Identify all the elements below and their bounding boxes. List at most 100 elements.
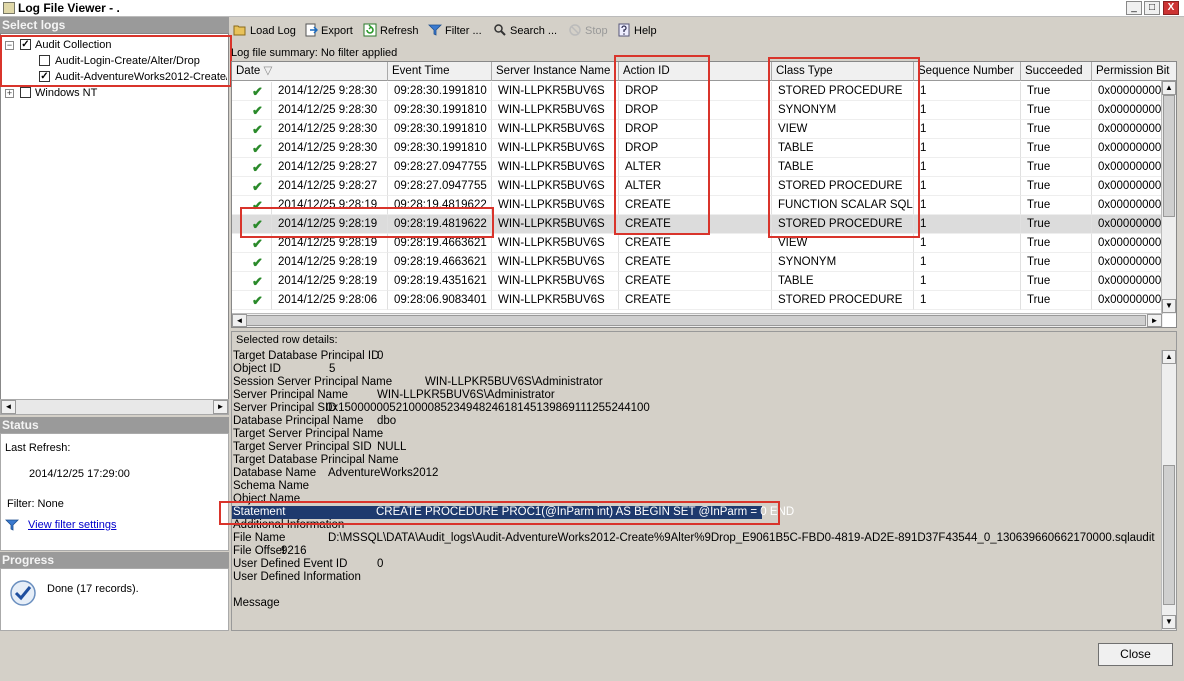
column-header-action-id[interactable]: Action ID <box>619 62 772 81</box>
table-cell: STORED PROCEDURE <box>772 215 914 234</box>
column-header-sequence-number[interactable]: Sequence Number <box>914 62 1021 81</box>
window-title: Log File Viewer - . <box>18 1 120 15</box>
column-header-server-instance[interactable]: Server Instance Name <box>492 62 619 81</box>
detail-key: Object ID <box>233 363 281 375</box>
table-row[interactable]: ✔ 2014/12/25 9:28:19 09:28:19.4819622 WIN-L… <box>232 215 1176 234</box>
detail-key: Database Name <box>233 467 317 479</box>
table-cell: True <box>1021 291 1092 310</box>
close-window-button[interactable]: X <box>1163 1 1179 15</box>
table-cell: STORED PROCEDURE <box>772 177 914 196</box>
table-cell: 2014/12/25 9:28:19 <box>272 253 388 272</box>
scroll-thumb[interactable] <box>246 315 1146 326</box>
table-row[interactable]: ✔ 2014/12/25 9:28:19 09:28:19.4351621 WIN-L… <box>232 272 1176 291</box>
log-tree: − ✓ Audit Collection Audit-Login-Create/… <box>0 33 232 400</box>
table-cell: 2014/12/25 9:28:06 <box>272 291 388 310</box>
table-cell: 2014/12/25 9:28:30 <box>272 101 388 120</box>
tree-node-adventureworks-audit[interactable]: ✓ Audit-AdventureWorks2012-Create/ <box>5 69 227 85</box>
detail-row[interactable]: Statement CREATE PROCEDURE PROC1(@InParm … <box>232 506 794 519</box>
search-button[interactable]: Search ... <box>493 22 557 40</box>
table-cell: 2014/12/25 9:28:30 <box>272 120 388 139</box>
scroll-down-icon[interactable]: ▼ <box>1162 615 1176 629</box>
column-header-date[interactable]: Date ▽ <box>232 62 388 81</box>
expand-icon[interactable]: + <box>5 89 14 98</box>
table-row[interactable]: ✔ 2014/12/25 9:28:27 09:28:27.0947755 WIN-L… <box>232 177 1176 196</box>
column-header-permission-bit[interactable]: Permission Bit <box>1092 62 1176 81</box>
tree-horizontal-scrollbar[interactable]: ◄ ► <box>0 399 229 415</box>
table-cell: DROP <box>619 120 772 139</box>
table-cell: True <box>1021 272 1092 291</box>
log-summary: Log file summary: No filter applied <box>231 47 398 59</box>
scroll-up-icon[interactable]: ▲ <box>1162 350 1176 364</box>
table-cell: ALTER <box>619 158 772 177</box>
checkbox-login-audit[interactable] <box>39 55 50 66</box>
detail-value: WIN-LLPKR5BUV6S\Administrator <box>425 376 603 388</box>
detail-key: Object Name <box>233 493 301 505</box>
table-cell: True <box>1021 196 1092 215</box>
stop-button[interactable]: Stop <box>568 22 608 40</box>
checkbox-windows-nt[interactable] <box>20 87 31 98</box>
grid-vertical-scrollbar[interactable]: ▲ ▼ <box>1161 81 1176 314</box>
table-row[interactable]: ✔ 2014/12/25 9:28:30 09:28:30.1991810 WIN-L… <box>232 82 1176 101</box>
scroll-thumb[interactable] <box>1163 465 1175 605</box>
grid-horizontal-scrollbar[interactable]: ◄ ► <box>232 313 1163 327</box>
table-cell: WIN-LLPKR5BUV6S <box>492 120 619 139</box>
table-cell: 1 <box>914 139 1021 158</box>
scroll-left-icon[interactable]: ◄ <box>232 314 247 327</box>
title-bar: Log File Viewer - . _ □ X <box>0 0 1184 17</box>
column-header-class-type[interactable]: Class Type <box>772 62 914 81</box>
table-row[interactable]: ✔ 2014/12/25 9:28:19 09:28:19.4663621 WIN-L… <box>232 253 1176 272</box>
table-cell: 09:28:27.0947755 <box>388 177 492 196</box>
success-check-icon: ✔ <box>232 196 272 215</box>
help-button[interactable]: Help <box>617 22 657 40</box>
collapse-icon[interactable]: − <box>5 41 14 50</box>
load-log-button[interactable]: Load Log <box>233 22 296 40</box>
table-cell: CREATE <box>619 253 772 272</box>
refresh-button[interactable]: Refresh <box>363 22 419 40</box>
table-row[interactable]: ✔ 2014/12/25 9:28:19 09:28:19.4663621 WIN-L… <box>232 234 1176 253</box>
view-filter-settings-link[interactable]: View filter settings <box>28 519 116 531</box>
table-cell: TABLE <box>772 139 914 158</box>
details-vertical-scrollbar[interactable]: ▲ ▼ <box>1161 350 1176 630</box>
detail-value: AdventureWorks2012 <box>328 467 439 479</box>
table-row[interactable]: ✔ 2014/12/25 9:28:30 09:28:30.1991810 WIN-L… <box>232 101 1176 120</box>
help-label: Help <box>634 25 657 37</box>
column-header-event-time[interactable]: Event Time <box>388 62 492 81</box>
table-cell: 09:28:30.1991810 <box>388 120 492 139</box>
header-label: Date <box>236 65 261 77</box>
table-cell: 1 <box>914 196 1021 215</box>
sort-icon: ▽ <box>263 65 273 77</box>
detail-value: WIN-LLPKR5BUV6S\Administrator <box>377 389 555 401</box>
status-panel: Last Refresh: 2014/12/25 17:29:00 Filter… <box>0 433 229 551</box>
maximize-button[interactable]: □ <box>1144 1 1160 15</box>
table-cell: 1 <box>914 101 1021 120</box>
scroll-up-icon[interactable]: ▲ <box>1162 81 1176 95</box>
success-check-icon: ✔ <box>232 139 272 158</box>
checkbox-audit-collection[interactable]: ✓ <box>20 39 31 50</box>
scroll-left-icon[interactable]: ◄ <box>1 400 16 414</box>
table-cell: 09:28:30.1991810 <box>388 82 492 101</box>
app-icon <box>3 2 15 14</box>
scroll-thumb[interactable] <box>1163 95 1175 217</box>
progress-header: Progress <box>0 552 229 568</box>
table-cell: WIN-LLPKR5BUV6S <box>492 272 619 291</box>
checkbox-adventureworks-audit[interactable]: ✓ <box>39 71 50 82</box>
table-cell: 1 <box>914 215 1021 234</box>
close-button[interactable]: Close <box>1098 643 1173 666</box>
detail-key: Schema Name <box>233 480 310 492</box>
scroll-down-icon[interactable]: ▼ <box>1162 299 1176 313</box>
export-button[interactable]: Export <box>304 22 353 40</box>
table-row[interactable]: ✔ 2014/12/25 9:28:06 09:28:06.9083401 WIN-L… <box>232 291 1176 310</box>
scroll-right-icon[interactable]: ► <box>1147 314 1162 327</box>
minimize-button[interactable]: _ <box>1126 1 1142 15</box>
scroll-right-icon[interactable]: ► <box>213 400 228 414</box>
table-row[interactable]: ✔ 2014/12/25 9:28:30 09:28:30.1991810 WIN-L… <box>232 120 1176 139</box>
column-header-succeeded[interactable]: Succeeded <box>1021 62 1092 81</box>
detail-key: Server Principal SID <box>233 402 337 414</box>
table-cell: 1 <box>914 272 1021 291</box>
table-row[interactable]: ✔ 2014/12/25 9:28:27 09:28:27.0947755 WIN-L… <box>232 158 1176 177</box>
table-row[interactable]: ✔ 2014/12/25 9:28:19 09:28:19.4819622 WIN-L… <box>232 196 1176 215</box>
filter-button[interactable]: Filter ... <box>428 22 482 40</box>
detail-key: Target Server Principal SID <box>233 441 372 453</box>
table-row[interactable]: ✔ 2014/12/25 9:28:30 09:28:30.1991810 WIN-L… <box>232 139 1176 158</box>
table-cell: 09:28:06.9083401 <box>388 291 492 310</box>
